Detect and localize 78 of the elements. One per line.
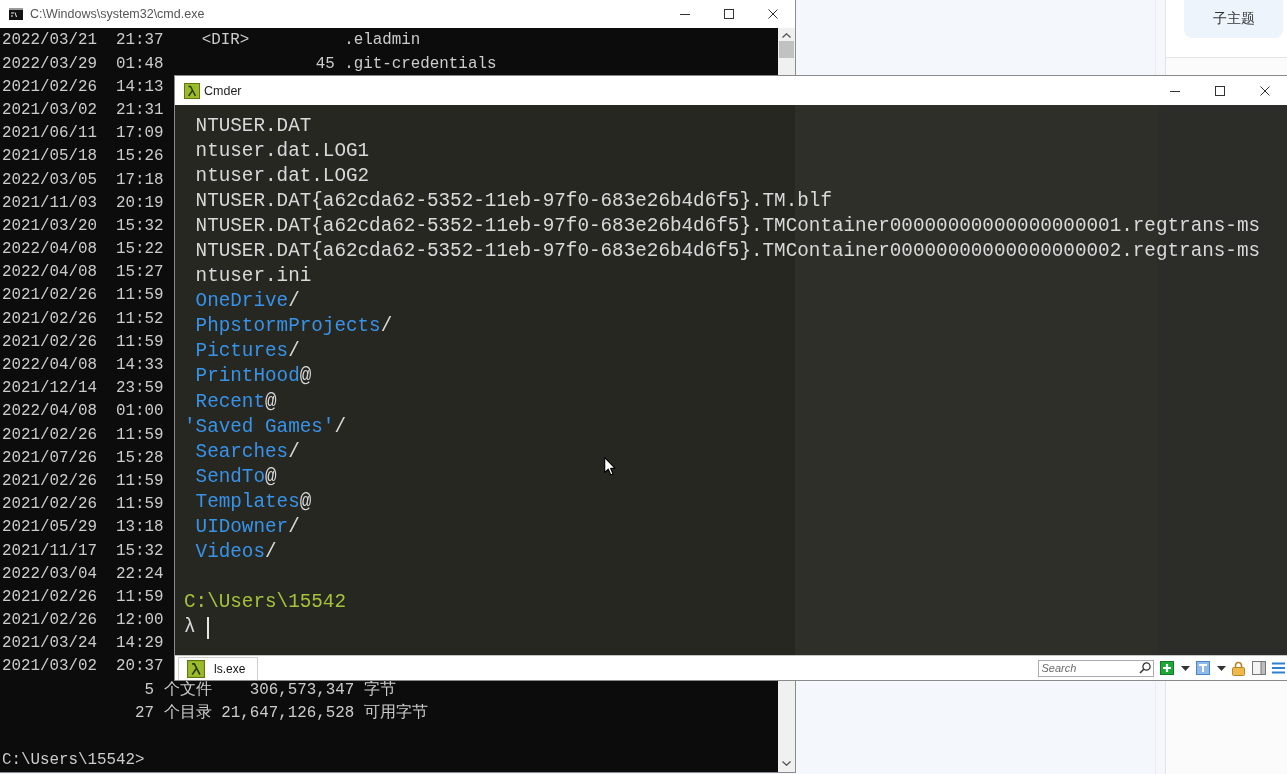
console-line: PrintHood@ bbox=[195, 364, 312, 390]
console-line: 2021/02/26 11:59 bbox=[2, 285, 164, 307]
console-line: 2022/03/29 01:48 45 .git-credentials bbox=[2, 53, 497, 75]
letter-t-icon[interactable] bbox=[1196, 661, 1210, 675]
console-line: NTUSER.DAT{a62cda62-5352-11eb-97f0-683e26b4d6f5}.TM.blf bbox=[195, 188, 832, 214]
lock-icon[interactable] bbox=[1232, 660, 1245, 676]
search-icon[interactable] bbox=[1138, 662, 1151, 674]
console-prompt: C:\Users\15542> bbox=[2, 749, 145, 771]
subtopic-button[interactable]: 子主题 bbox=[1184, 0, 1283, 38]
console-line: 5 个文件 306,573,347 字节 bbox=[143, 679, 396, 701]
console-line: 2021/03/02 21:31 bbox=[2, 99, 164, 121]
console-line: ntuser.dat.LOG2 bbox=[195, 163, 370, 189]
console-line: Videos/ bbox=[195, 540, 277, 566]
lambda-icon bbox=[184, 82, 200, 99]
console-line: 2021/05/18 15:26 bbox=[2, 146, 164, 168]
console-line: ntuser.ini bbox=[195, 264, 312, 290]
panel-icon[interactable] bbox=[1251, 661, 1266, 675]
console-line: 2021/02/26 11:52 bbox=[2, 308, 164, 330]
maximize-icon bbox=[724, 9, 734, 19]
caret-down-icon[interactable] bbox=[1216, 665, 1226, 671]
console-line: 2022/04/08 15:27 bbox=[2, 262, 164, 284]
console-line: 2021/02/26 11:59 bbox=[2, 424, 164, 446]
window-title: C:\Windows\system32\cmd.exe bbox=[30, 7, 205, 21]
console-line: 2021/02/26 11:59 bbox=[2, 586, 164, 608]
console-line: 2021/02/26 11:59 bbox=[2, 494, 164, 516]
caret-up-icon[interactable] bbox=[782, 33, 791, 38]
console-line: OneDrive/ bbox=[195, 289, 300, 315]
scrollbar-thumb[interactable] bbox=[779, 41, 794, 58]
console-line: Recent@ bbox=[195, 389, 277, 415]
console-line: ntuser.dat.LOG1 bbox=[195, 138, 370, 164]
prompt-symbol: λ bbox=[184, 615, 196, 641]
mouse-pointer-icon bbox=[604, 457, 616, 476]
cursor-icon bbox=[207, 616, 210, 639]
console-line: SendTo@ bbox=[195, 464, 277, 490]
console-line: 2021/11/17 15:32 bbox=[2, 540, 164, 562]
prompt-path: C:\Users\15542 bbox=[184, 590, 346, 616]
console-line: 2021/02/26 14:13 bbox=[2, 76, 164, 98]
console-line: 'Saved Games'/ bbox=[184, 414, 346, 440]
window-title: Cmder bbox=[204, 83, 242, 98]
console-line: 2021/02/26 12:00 bbox=[2, 610, 164, 632]
console-line: UIDowner/ bbox=[195, 515, 300, 540]
console-line: 2022/04/08 15:22 bbox=[2, 239, 164, 261]
console-line: NTUSER.DAT{a62cda62-5352-11eb-97f0-683e26b4d6f5}.TMContainer00000000000000000002.regtrans-ms bbox=[195, 238, 1261, 264]
console-line: 27 个目录 21,647,126,528 可用字节 bbox=[134, 702, 428, 724]
scrollbar[interactable] bbox=[778, 28, 795, 76]
scrollbar[interactable] bbox=[778, 680, 795, 772]
console-line: 2022/03/04 22:24 bbox=[2, 563, 164, 585]
console-line: 2021/11/03 20:19 bbox=[2, 192, 164, 214]
console-line: NTUSER.DAT bbox=[195, 113, 312, 139]
console-line: 2021/07/26 15:28 bbox=[2, 447, 164, 469]
close-icon bbox=[768, 9, 778, 19]
console-line: 2022/03/05 17:18 bbox=[2, 169, 164, 191]
console-line: Pictures/ bbox=[195, 339, 300, 365]
console-line: 2022/04/08 01:00 bbox=[2, 401, 164, 423]
console-line: 2022/03/21 21:37 <DIR> .eladmin bbox=[2, 30, 421, 52]
console-line: 2021/03/24 14:29 bbox=[2, 633, 164, 655]
console-line: 2021/02/26 11:59 bbox=[2, 470, 164, 492]
console-line: NTUSER.DAT{a62cda62-5352-11eb-97f0-683e26b4d6f5}.TMContainer00000000000000000001.regtrans-ms bbox=[195, 213, 1261, 239]
close-icon bbox=[1259, 85, 1270, 96]
console-line: 2021/12/14 23:59 bbox=[2, 378, 164, 400]
caret-down-icon[interactable] bbox=[782, 761, 791, 766]
menu-icon[interactable] bbox=[1272, 662, 1285, 674]
tab[interactable]: ls.exe bbox=[178, 657, 259, 680]
search-field[interactable]: Search bbox=[1037, 659, 1154, 677]
console-line: 2022/04/08 14:33 bbox=[2, 355, 164, 376]
console-line: 2021/03/02 20:37 bbox=[2, 656, 164, 678]
caret-down-icon[interactable] bbox=[1180, 665, 1190, 671]
console-line: 2021/03/20 15:32 bbox=[2, 215, 164, 237]
console-line: Searches/ bbox=[195, 439, 300, 465]
console-line: 2021/06/11 17:09 bbox=[2, 123, 164, 145]
terminal-icon bbox=[9, 8, 23, 20]
lambda-icon bbox=[187, 660, 205, 678]
console-line: Templates@ bbox=[195, 489, 312, 515]
plus-icon[interactable] bbox=[1160, 661, 1174, 675]
console-line: 2021/05/29 13:18 bbox=[2, 517, 164, 539]
console-line: PhpstormProjects/ bbox=[195, 314, 393, 340]
maximize-icon bbox=[1214, 85, 1225, 96]
console-line: 2021/02/26 11:59 bbox=[2, 331, 164, 353]
